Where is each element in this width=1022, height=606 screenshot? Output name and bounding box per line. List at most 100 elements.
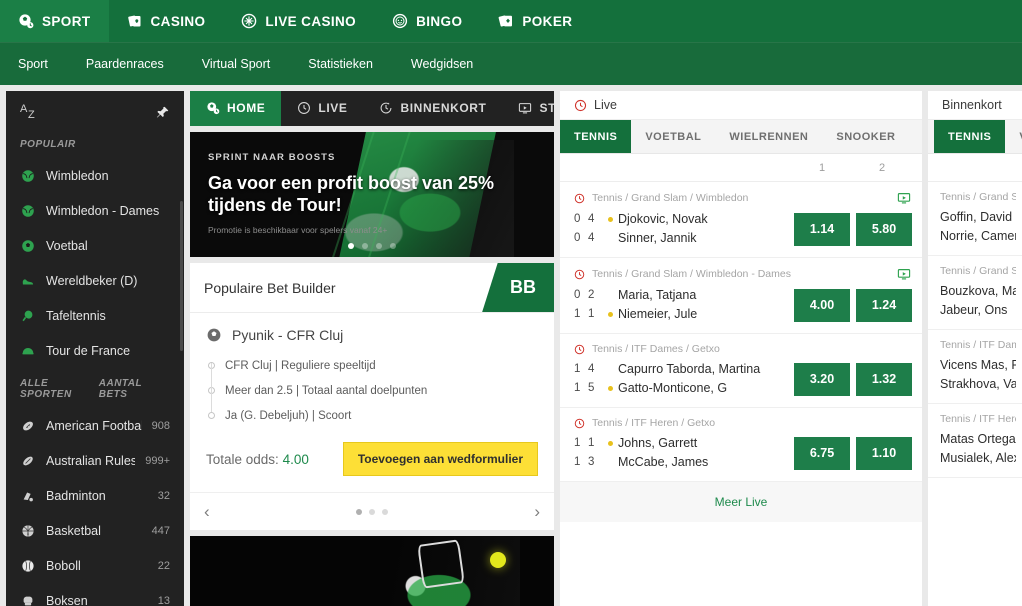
promo-banner[interactable]: SPRINT NAAR BOOSTS Ga voor een profit bo… (190, 131, 554, 257)
tab-streaming[interactable]: STREAMING (502, 91, 554, 126)
sidebar-item-australian-rules[interactable]: Australian Rules 999+ (6, 443, 184, 478)
bet-builder-dots[interactable] (356, 508, 388, 515)
live-tab-wielrennen[interactable]: WIELRENNEN (715, 120, 822, 153)
bet-builder-header: Populaire Bet Builder BB (190, 263, 554, 313)
carousel-dot[interactable] (382, 508, 388, 515)
bottom-promo-banner[interactable] (190, 536, 554, 606)
odds-button-2[interactable]: 5.80 (856, 212, 912, 246)
sidebar-item-wimbledon-dames[interactable]: Wimbledon - Dames (6, 193, 184, 228)
topnav-item-sport[interactable]: SPORT (0, 0, 109, 42)
sidebar-item-boksen[interactable]: Boksen 13 (6, 583, 184, 606)
sidebar-item-label: Basketbal (46, 523, 101, 538)
chevron-right-icon[interactable]: › (534, 502, 540, 522)
event-path: Tennis / ITF Dames / Getxo (592, 343, 720, 355)
subnav-item-paardenraces[interactable]: Paardenraces (86, 57, 164, 71)
live-event-row[interactable]: Tennis / ITF Heren / Getxo 11 13 Johns, … (560, 408, 922, 482)
upcoming-event-row[interactable]: Tennis / Grand Sla Goffin, David Norrie,… (928, 182, 1022, 256)
sidebar-item-label: Wimbledon (46, 168, 109, 183)
badminton-icon (20, 488, 36, 504)
sidebar-item-boboll[interactable]: Boboll 22 (6, 548, 184, 583)
sidebar-item-voetbal[interactable]: Voetbal (6, 228, 184, 263)
upcoming-column-headers (928, 154, 1022, 182)
content-tabbar: HOME LIVE BINNENKORT STREAMING (190, 91, 554, 126)
topnav-label: POKER (522, 13, 573, 29)
home-score-1: 1 (574, 437, 581, 449)
sidebar-item-american-football[interactable]: American Football 908 (6, 408, 184, 443)
live-tab-voetbal[interactable]: VOETBAL (631, 120, 715, 153)
away-participant: Niemeier, Jule (608, 305, 794, 324)
pin-icon[interactable] (155, 105, 170, 120)
sidebar-item-wereldbeker-d[interactable]: Wereldbeker (D) (6, 263, 184, 298)
live-event-row[interactable]: Tennis / Grand Slam / Wimbledon - Dames … (560, 258, 922, 334)
stream-icon[interactable] (896, 267, 912, 281)
chevron-left-icon[interactable]: ‹ (204, 502, 210, 522)
event-path: Tennis / Grand Sla (940, 265, 1016, 277)
event-header: Tennis / ITF Dames / Getxo (574, 343, 912, 355)
home-participant: Goffin, David (940, 208, 1016, 227)
carousel-dot[interactable] (356, 508, 362, 515)
tab-label: BINNENKORT (400, 101, 487, 116)
topnav-item-casino[interactable]: CASINO (109, 0, 224, 42)
odds-button-2[interactable]: 1.10 (856, 436, 912, 470)
away-scores: 04 (574, 229, 608, 248)
odds-button-1[interactable]: 6.75 (794, 436, 850, 470)
odds-button-1[interactable]: 3.20 (794, 362, 850, 396)
away-scores: 13 (574, 453, 608, 472)
home-score-2: 2 (588, 289, 595, 301)
subnav-item-wedgidsen[interactable]: Wedgidsen (411, 57, 473, 71)
odds-button-1[interactable]: 1.14 (794, 212, 850, 246)
away-name: Jabeur, Ons (940, 303, 1008, 317)
bet-builder-carousel-nav: ‹ › (190, 492, 554, 530)
subnav-item-sport[interactable]: Sport (18, 57, 48, 71)
upcoming-event-row[interactable]: Tennis / ITF Heren Matas Ortega, X Musia… (928, 404, 1022, 478)
topnav-item-poker[interactable]: POKER (480, 0, 590, 42)
event-odds: 6.75 1.10 (794, 436, 912, 470)
sidebar-item-tour-de-france[interactable]: Tour de France (6, 333, 184, 368)
topnav-item-live-casino[interactable]: LIVE CASINO (223, 0, 374, 42)
sidebar-item-tafeltennis[interactable]: Tafeltennis (6, 298, 184, 333)
live-clock-icon (574, 269, 585, 280)
add-to-betslip-button[interactable]: Toevoegen aan wedformulier (342, 442, 538, 476)
banner-dot[interactable] (376, 243, 382, 249)
event-scores: 14 15 (574, 360, 608, 398)
upcoming-tab-voetbal[interactable]: VO (1005, 120, 1022, 153)
banner-dot[interactable] (390, 243, 396, 249)
tab-live[interactable]: LIVE (281, 91, 363, 126)
odds-button-1[interactable]: 4.00 (794, 288, 850, 322)
odds-button-2[interactable]: 1.24 (856, 288, 912, 322)
upcoming-event-row[interactable]: Tennis / ITF Dame Vicens Mas, Ro Strakho… (928, 330, 1022, 404)
sidebar-item-wimbledon[interactable]: Wimbledon (6, 158, 184, 193)
live-event-row[interactable]: Tennis / Grand Slam / Wimbledon 04 04 Dj… (560, 182, 922, 258)
cycling-icon (20, 343, 36, 359)
away-name: Niemeier, Jule (618, 307, 698, 321)
subnav-item-statistieken[interactable]: Statistieken (308, 57, 373, 71)
bet-builder-match[interactable]: Pyunik - CFR Cluj (190, 313, 554, 347)
banner-dot[interactable] (348, 243, 354, 249)
event-odds: 4.00 1.24 (794, 288, 912, 322)
sidebar-item-basketbal[interactable]: Basketbal 447 (6, 513, 184, 548)
live-tab-tennis[interactable]: TENNIS (560, 120, 632, 153)
away-score-2: 5 (588, 382, 595, 394)
event-odds: 1.14 5.80 (794, 212, 912, 246)
upcoming-panel-title: Binnenkort (942, 98, 1002, 112)
topnav-item-bingo[interactable]: BINGO (374, 0, 480, 42)
sidebar-item-badminton[interactable]: Badminton 32 (6, 478, 184, 513)
tab-home[interactable]: HOME (190, 91, 282, 126)
carousel-dot[interactable] (369, 508, 375, 515)
sidebar-scrollbar[interactable] (180, 201, 183, 351)
banner-carousel-dots[interactable] (190, 243, 554, 249)
topnav-label: CASINO (150, 13, 206, 29)
upcoming-event-row[interactable]: Tennis / Grand Sla Bouzkova, Mari Jabeur… (928, 256, 1022, 330)
more-live-link[interactable]: Meer Live (560, 482, 922, 522)
away-name: Sinner, Jannik (618, 231, 697, 245)
tab-binnenkort[interactable]: BINNENKORT (363, 91, 502, 126)
live-tab-snooker[interactable]: SNOOKER (822, 120, 909, 153)
banner-dot[interactable] (362, 243, 368, 249)
subnav-item-virtual-sport[interactable]: Virtual Sport (202, 57, 271, 71)
odds-button-2[interactable]: 1.32 (856, 362, 912, 396)
stream-icon[interactable] (896, 191, 912, 205)
live-event-row[interactable]: Tennis / ITF Dames / Getxo 14 15 Capurro… (560, 334, 922, 408)
upcoming-tab-tennis[interactable]: TENNIS (934, 120, 1006, 153)
boxing-icon (20, 593, 36, 606)
az-sort-icon[interactable]: AZ (20, 103, 42, 121)
